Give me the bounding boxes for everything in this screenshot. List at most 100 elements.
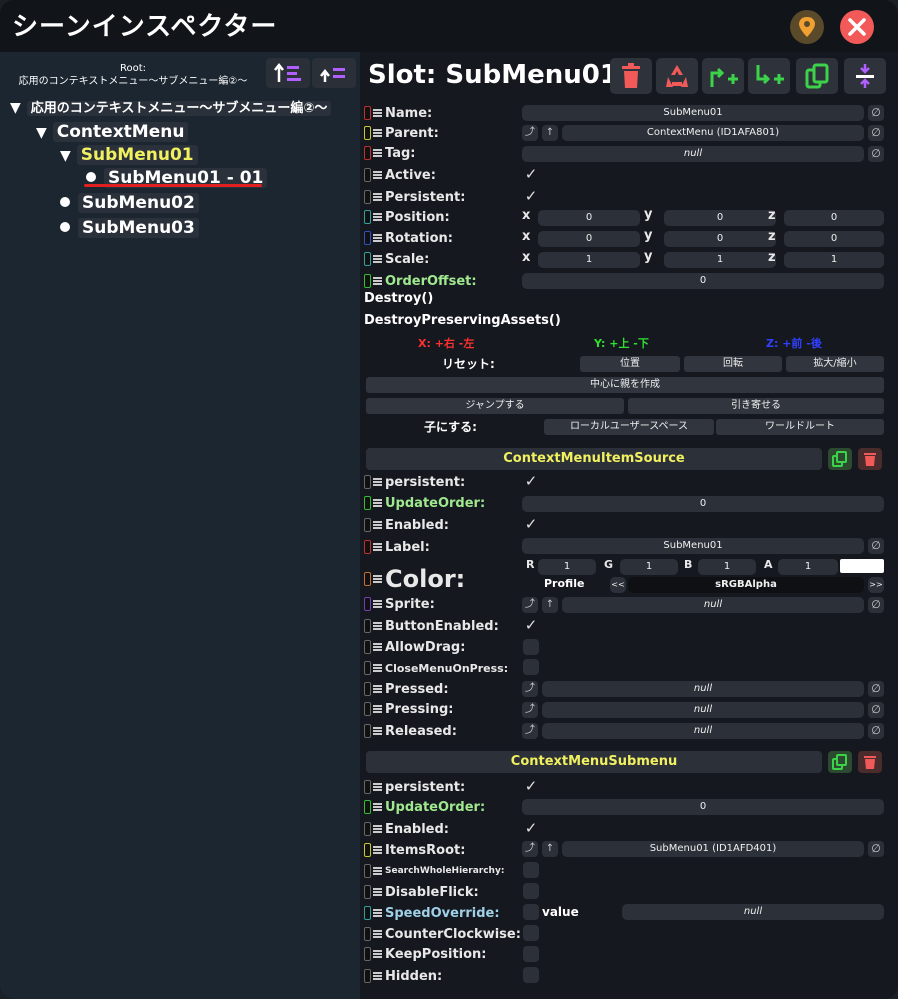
remove-component-button[interactable] bbox=[858, 751, 882, 773]
pressed-field[interactable]: null bbox=[542, 681, 864, 697]
set-root-button[interactable] bbox=[312, 58, 356, 88]
color-g-input[interactable]: 1 bbox=[620, 559, 678, 575]
up-button[interactable]: ↑ bbox=[542, 597, 558, 613]
jump-button[interactable]: ⤴ bbox=[522, 702, 538, 718]
c1-buttonenabled-checkbox[interactable]: ✓ bbox=[522, 616, 540, 634]
world-root-button[interactable]: ワールドルート bbox=[716, 419, 884, 435]
destroy-preserving-method-button[interactable]: DestroyPreservingAssets() bbox=[364, 313, 561, 328]
field-rotation: Rotation: bbox=[364, 228, 453, 248]
null-button[interactable]: ∅ bbox=[868, 538, 884, 554]
expand-triangle-icon[interactable]: ▼ bbox=[36, 125, 47, 141]
c1-allowdrag-checkbox[interactable] bbox=[523, 639, 539, 655]
sprite-field[interactable]: null bbox=[562, 597, 864, 613]
null-button[interactable]: ∅ bbox=[868, 125, 884, 141]
null-button[interactable]: ∅ bbox=[868, 841, 884, 857]
null-button[interactable]: ∅ bbox=[868, 105, 884, 121]
c2-updateorder-input[interactable]: 0 bbox=[522, 799, 884, 815]
local-user-space-button[interactable]: ローカルユーザースペース bbox=[544, 419, 714, 435]
active-checkbox[interactable]: ✓ bbox=[522, 165, 540, 183]
name-input[interactable]: SubMenu01 bbox=[522, 105, 864, 121]
reset-scale-button[interactable]: 拡大/縮小 bbox=[786, 356, 884, 372]
title-bar[interactable]: シーンインスペクター bbox=[0, 0, 898, 52]
tree-item-submenu01[interactable]: ▼ SubMenu01 bbox=[60, 144, 198, 166]
duplicate-component-button[interactable] bbox=[828, 448, 852, 470]
c1-closemenuonpress-checkbox[interactable] bbox=[523, 659, 539, 675]
c1-persistent-checkbox[interactable]: ✓ bbox=[522, 472, 540, 490]
orderoffset-input[interactable]: 0 bbox=[522, 273, 884, 289]
component-header-itemsource[interactable]: ContextMenuItemSource bbox=[366, 448, 822, 470]
c1-label-input[interactable]: SubMenu01 bbox=[522, 538, 864, 554]
tree-item-submenu03[interactable]: SubMenu03 bbox=[60, 217, 199, 239]
speedoverride-input[interactable]: null bbox=[622, 904, 884, 920]
add-child-button[interactable] bbox=[748, 58, 790, 94]
position-y-input[interactable]: 0 bbox=[664, 210, 776, 226]
tree-item-root[interactable]: ▼ 応用のコンテキストメニュー〜サブメニュー編②〜 bbox=[10, 97, 332, 119]
c1-updateorder-input[interactable]: 0 bbox=[522, 496, 884, 512]
root-label: Root: 応用のコンテキストメニュー〜サブメニュー編②〜 bbox=[4, 62, 262, 88]
pin-button[interactable] bbox=[790, 10, 824, 44]
jump-button[interactable]: ⤴ bbox=[522, 723, 538, 739]
destroy-method-button[interactable]: Destroy() bbox=[364, 291, 433, 306]
create-parent-button[interactable]: 中心に親を作成 bbox=[366, 377, 884, 393]
expand-triangle-icon[interactable]: ▼ bbox=[60, 148, 71, 164]
duplicate-button[interactable] bbox=[796, 58, 838, 94]
released-field[interactable]: null bbox=[542, 723, 864, 739]
tree-item-submenu02[interactable]: SubMenu02 bbox=[60, 192, 199, 214]
remove-component-button[interactable] bbox=[858, 448, 882, 470]
destroy-preserving-button[interactable] bbox=[656, 58, 698, 94]
jump-button[interactable]: ⤴ bbox=[522, 841, 538, 857]
c2-keepposition-checkbox[interactable] bbox=[523, 946, 539, 962]
c2-searchwhole-checkbox[interactable] bbox=[523, 862, 539, 878]
c2-counterclockwise-checkbox[interactable] bbox=[523, 925, 539, 941]
persistent-checkbox[interactable]: ✓ bbox=[522, 187, 540, 205]
jump-to-button[interactable]: ジャンプする bbox=[366, 398, 624, 414]
root-up-button[interactable] bbox=[266, 58, 310, 88]
destroy-button[interactable] bbox=[610, 58, 652, 94]
field-type-icon bbox=[364, 682, 384, 696]
scale-y-input[interactable]: 1 bbox=[664, 252, 776, 268]
position-x-input[interactable]: 0 bbox=[538, 210, 640, 226]
reset-rotation-button[interactable]: 回転 bbox=[684, 356, 782, 372]
c2-disableflick-checkbox[interactable] bbox=[523, 883, 539, 899]
up-button[interactable]: ↑ bbox=[542, 841, 558, 857]
rotation-z-input[interactable]: 0 bbox=[784, 231, 884, 247]
color-r-input[interactable]: 1 bbox=[538, 559, 596, 575]
c2-speedoverride-checkbox[interactable] bbox=[523, 904, 539, 920]
rotation-x-input[interactable]: 0 bbox=[538, 231, 640, 247]
tag-input[interactable]: null bbox=[522, 146, 864, 162]
color-b-input[interactable]: 1 bbox=[698, 559, 756, 575]
position-z-input[interactable]: 0 bbox=[784, 210, 884, 226]
c1-enabled-checkbox[interactable]: ✓ bbox=[522, 515, 540, 533]
null-button[interactable]: ∅ bbox=[868, 146, 884, 162]
jump-button[interactable]: ⤴ bbox=[522, 681, 538, 697]
bring-to-button[interactable]: 引き寄せる bbox=[628, 398, 884, 414]
c2-hidden-checkbox[interactable] bbox=[523, 967, 539, 983]
scale-z-input[interactable]: 1 bbox=[784, 252, 884, 268]
profile-next-button[interactable]: >> bbox=[868, 577, 884, 593]
reset-position-button[interactable]: 位置 bbox=[580, 356, 680, 372]
null-button[interactable]: ∅ bbox=[868, 597, 884, 613]
insert-parent-button[interactable] bbox=[702, 58, 744, 94]
center-button[interactable] bbox=[844, 58, 886, 94]
parent-field[interactable]: ContextMenu (ID1AFA801) bbox=[562, 125, 864, 141]
null-button[interactable]: ∅ bbox=[868, 723, 884, 739]
jump-button[interactable]: ⤴ bbox=[522, 597, 538, 613]
c2-enabled-checkbox[interactable]: ✓ bbox=[522, 819, 540, 837]
pressing-field[interactable]: null bbox=[542, 702, 864, 718]
component-header-submenu[interactable]: ContextMenuSubmenu bbox=[366, 751, 822, 773]
up-button[interactable]: ↑ bbox=[542, 125, 558, 141]
expand-triangle-icon[interactable]: ▼ bbox=[10, 100, 21, 116]
rotation-y-input[interactable]: 0 bbox=[664, 231, 776, 247]
close-button[interactable] bbox=[840, 10, 874, 44]
color-a-input[interactable]: 1 bbox=[778, 559, 838, 575]
c2-persistent-checkbox[interactable]: ✓ bbox=[522, 777, 540, 795]
null-button[interactable]: ∅ bbox=[868, 681, 884, 697]
tree-item-contextmenu[interactable]: ▼ ContextMenu bbox=[36, 121, 189, 143]
null-button[interactable]: ∅ bbox=[868, 702, 884, 718]
itemsroot-field[interactable]: SubMenu01 (ID1AFD401) bbox=[562, 841, 864, 857]
profile-prev-button[interactable]: << bbox=[610, 577, 626, 593]
scale-x-input[interactable]: 1 bbox=[538, 252, 640, 268]
jump-button[interactable]: ⤴ bbox=[522, 125, 538, 141]
duplicate-component-button[interactable] bbox=[828, 751, 852, 773]
color-swatch[interactable] bbox=[840, 559, 884, 573]
